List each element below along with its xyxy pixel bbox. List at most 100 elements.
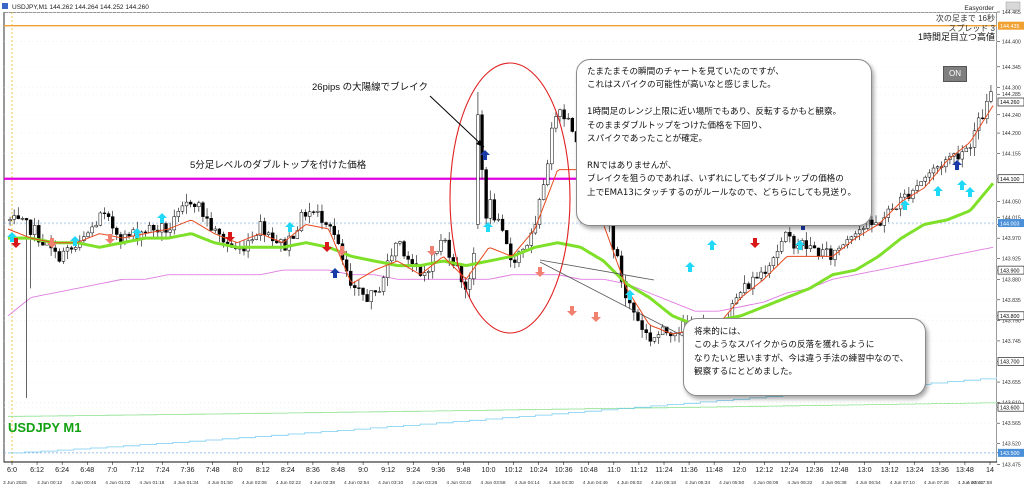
candle (804, 240, 808, 249)
candle (422, 272, 427, 276)
x-date-label: 4 Jun 01:02 (105, 480, 130, 486)
candle (303, 212, 308, 217)
x-tick-label: 7:36 (181, 465, 195, 474)
candle (566, 117, 570, 120)
y-tick-label: 143.970 (1002, 236, 1021, 242)
candle (849, 236, 854, 240)
candle (271, 232, 275, 242)
candle (541, 184, 546, 200)
next-bar-timer: 次の足まで 16秒 (936, 13, 995, 23)
candle (98, 212, 103, 226)
candle (147, 224, 152, 233)
candle (956, 153, 960, 160)
y-tick-label: 144.300 (1002, 85, 1021, 91)
y-tick-label: 143.475 (1002, 462, 1021, 468)
candle (894, 208, 899, 210)
candle (546, 163, 550, 185)
candle (402, 241, 406, 257)
candle (644, 329, 648, 333)
y-tick-label: 143.835 (1002, 298, 1021, 304)
candle (106, 213, 111, 217)
candle (960, 151, 964, 160)
candle (12, 215, 16, 220)
symbol-watermark: USDJPY M1 (8, 420, 81, 435)
candle (504, 230, 509, 245)
candle (915, 185, 919, 191)
candle (369, 290, 373, 302)
candle (812, 245, 817, 249)
candle (398, 241, 402, 244)
candle (484, 169, 488, 219)
x-date-label: 4 Jun 03:26 (412, 480, 437, 486)
candle (61, 250, 66, 262)
candle (439, 240, 443, 252)
callout-line: スパイクであったことが確定。 (587, 134, 708, 145)
x-tick-label: 8:12 (256, 465, 270, 474)
candle (923, 176, 927, 182)
callout-line: 1時間足のレンジ上限に近い場所でもあり、反転するかもと観察。 (587, 107, 842, 118)
candle (743, 283, 747, 293)
x-date-label: 4 Jun 06:06 (753, 480, 778, 486)
callout-line: たまたまその瞬間のチャートを見ていたのですが、 (587, 67, 784, 77)
x-tick-label: 10:36 (555, 465, 573, 474)
candle (390, 255, 394, 262)
candle (788, 231, 792, 237)
y-tick-label: 143.925 (1002, 257, 1021, 263)
candle (447, 239, 451, 258)
header-bar (0, 0, 1024, 12)
candle (640, 320, 644, 330)
candle (492, 199, 497, 221)
x-date-label: 4 Jun 01:50 (208, 480, 233, 486)
price-label: 144.260 (1000, 100, 1020, 106)
candle (870, 219, 874, 226)
y-tick-label: 144.050 (1002, 200, 1021, 206)
candle (312, 211, 316, 213)
candle (188, 201, 193, 205)
x-tick-label: 12:12 (755, 465, 773, 474)
explanation-callout: たまたまその瞬間のチャートを見ていたのですが、 これはスパイクの可能性が高いなと感… (576, 59, 872, 226)
x-date-label: 4 Jun 06:38 (821, 480, 846, 486)
x-date-label: 4 Jun 07:58 (967, 480, 992, 486)
candle (981, 117, 985, 119)
callout-line: このようなスパイクからの反落を獲れるように (694, 340, 875, 351)
candle (648, 332, 652, 342)
on-toggle-button[interactable]: ON (943, 66, 967, 82)
candle (816, 247, 821, 257)
symbol-info: USDJPY,M1 144.262 144.264 144.252 144.26… (12, 4, 149, 11)
candle (143, 231, 148, 233)
x-tick-label: 7:48 (206, 465, 220, 474)
candle (550, 127, 554, 165)
callout-line: 観察するにとどめました。 (694, 367, 798, 378)
x-tick-label: 11:0 (607, 465, 620, 474)
x-date-label: 4 Jun 01:34 (174, 480, 199, 486)
candle (496, 218, 501, 221)
candle (197, 202, 201, 207)
candle (53, 247, 57, 252)
candle (874, 222, 878, 226)
candle (406, 255, 410, 260)
candle (820, 249, 825, 257)
candle (377, 291, 382, 293)
candle (41, 241, 45, 246)
x-tick-label: 7:12 (130, 465, 144, 474)
candle (410, 259, 414, 264)
candle (86, 232, 90, 237)
candle (8, 219, 12, 222)
candle (307, 211, 312, 217)
candle (184, 201, 189, 207)
x-tick-label: 6:0 (7, 465, 17, 474)
x-date-label: 4 Jun 07:10 (890, 480, 915, 486)
x-tick-label: 6:48 (80, 465, 94, 474)
candle (755, 276, 759, 279)
candle (336, 234, 341, 244)
x-date-label: 4 Jun 02:38 (310, 480, 335, 486)
price-label: 143.900 (1000, 268, 1020, 274)
y-tick-label: 143.565 (1002, 421, 1021, 427)
x-tick-label: 11:12 (630, 465, 647, 474)
candle (16, 215, 20, 219)
candle (853, 233, 858, 238)
candle (373, 290, 378, 293)
candle (24, 218, 29, 221)
candle (28, 219, 33, 235)
x-tick-label: 14 (986, 465, 994, 474)
